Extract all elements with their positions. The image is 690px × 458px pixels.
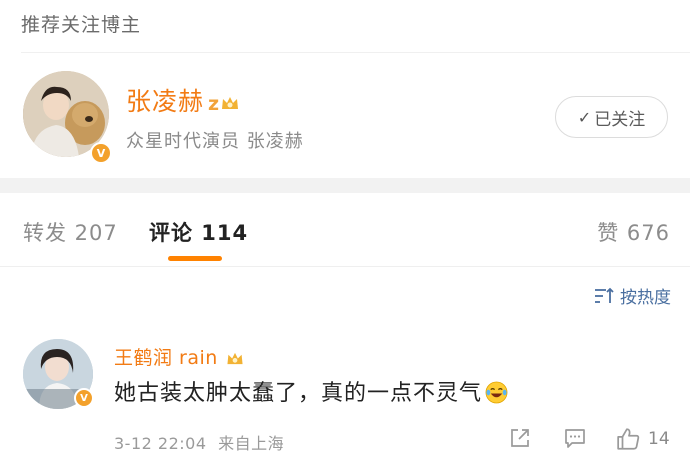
reply-icon — [565, 429, 585, 448]
tab-likes[interactable]: 赞 676 — [597, 217, 670, 247]
divider — [0, 266, 690, 267]
level-badge: z — [208, 93, 220, 115]
blogger-name[interactable]: 张凌赫 z — [126, 82, 240, 118]
verified-badge-icon: V — [74, 388, 94, 408]
commenter-name[interactable]: 王鹤润 rain — [114, 343, 245, 370]
comment-text: 她古装太肿太蠢了，真的一点不灵气 — [114, 375, 508, 407]
tab-comments[interactable]: 评论 114 — [149, 217, 248, 247]
reply-button[interactable] — [563, 426, 587, 450]
share-icon — [511, 429, 529, 447]
following-button[interactable]: ✓ 已关注 — [555, 96, 668, 138]
comment-date: 3-12 22:04 — [114, 434, 207, 453]
comment-body: 她古装太肿太蠢了，真的一点不灵气 — [114, 381, 483, 406]
crown-icon — [222, 97, 239, 109]
verified-badge-icon: V — [90, 142, 112, 164]
comment-meta: 3-12 22:04 来自上海 — [114, 430, 290, 454]
commenter-name-text: 王鹤润 rain — [114, 347, 218, 369]
tab-repost[interactable]: 转发 207 — [23, 217, 118, 247]
active-tab-indicator — [168, 256, 222, 261]
sort-icon — [595, 287, 614, 303]
check-icon: ✓ — [577, 107, 592, 127]
sort-label: 按热度 — [620, 288, 671, 308]
divider — [21, 52, 690, 53]
blogger-description: 众星时代演员 张凌赫 — [126, 131, 304, 152]
share-button[interactable] — [508, 426, 532, 450]
like-button[interactable]: 14 — [616, 426, 670, 452]
following-label: 已关注 — [594, 109, 646, 130]
like-count: 14 — [648, 429, 670, 449]
thumbs-up-icon — [617, 428, 640, 450]
weibo-page: 推荐关注博主 V 张凌赫 z 众星时代演员 张凌赫 ✓ 已关注 转发 207 评论… — [0, 0, 690, 458]
section-separator — [0, 178, 690, 193]
crown-icon — [227, 352, 243, 365]
blogger-name-text: 张凌赫 — [126, 87, 205, 116]
comment-location: 来自上海 — [218, 434, 285, 453]
sort-by-hot-button[interactable]: 按热度 — [594, 283, 671, 308]
recommend-header: 推荐关注博主 — [21, 14, 142, 36]
laughing-tears-emoji — [485, 381, 508, 404]
